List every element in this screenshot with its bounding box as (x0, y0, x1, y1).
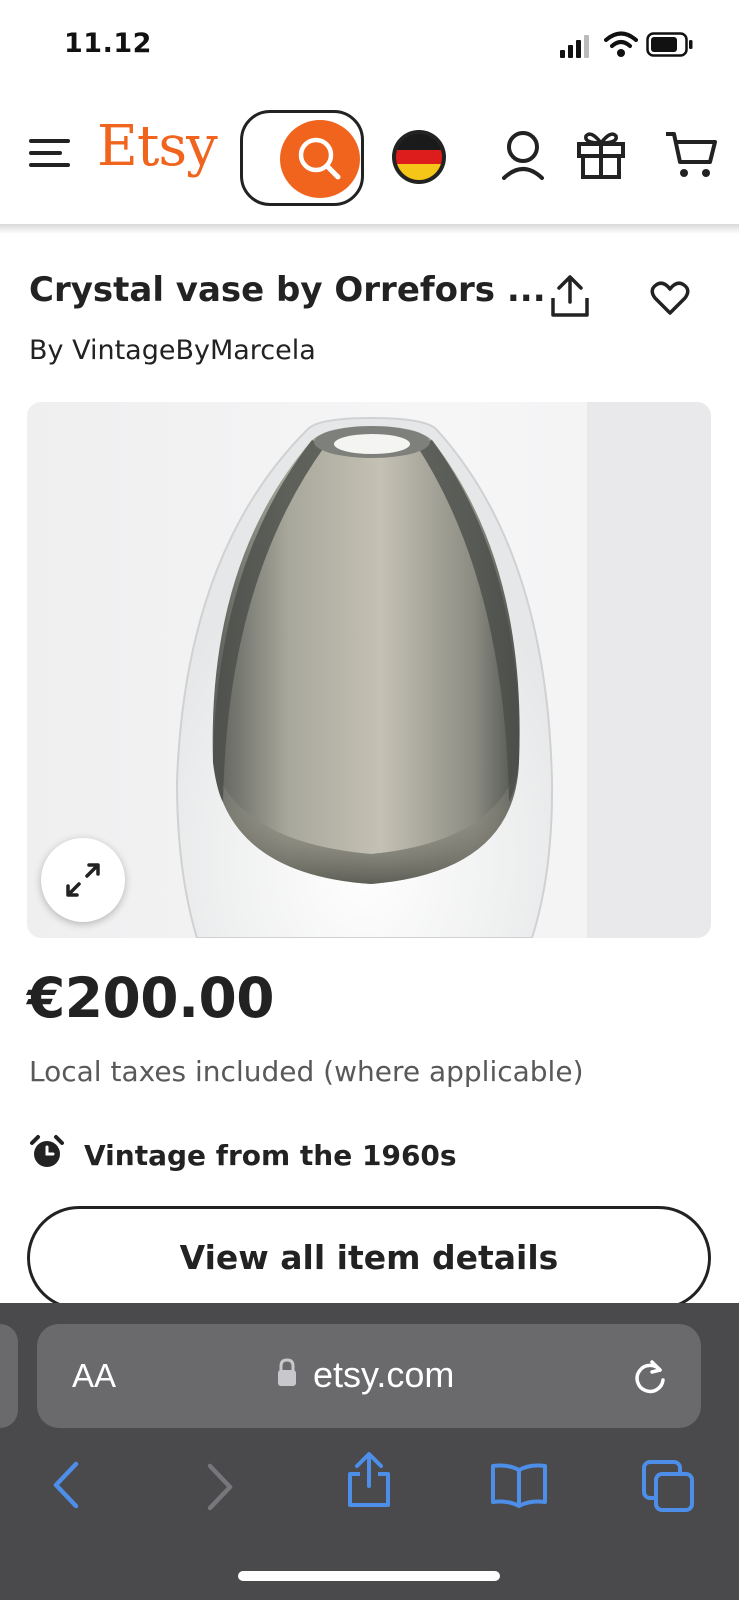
share-icon[interactable] (346, 1452, 392, 1508)
menu-icon[interactable] (29, 136, 73, 172)
text-size-button[interactable]: AA (72, 1357, 116, 1395)
home-indicator[interactable] (238, 1571, 500, 1581)
shop-byline[interactable]: By VintageByMarcela (29, 335, 316, 366)
search-icon[interactable] (280, 120, 360, 198)
status-time: 11.12 (64, 28, 152, 59)
price: €200.00 (27, 966, 275, 1030)
alarm-clock-icon (29, 1134, 65, 1170)
forward-icon[interactable] (204, 1462, 236, 1512)
listing-title: Crystal vase by Orrefors ... (29, 270, 546, 310)
germany-flag-icon[interactable] (390, 128, 448, 186)
url-domain[interactable]: etsy.com (313, 1354, 454, 1396)
heart-icon[interactable] (650, 280, 690, 316)
battery-icon (646, 32, 694, 58)
lock-icon (276, 1358, 298, 1388)
share-icon[interactable] (550, 274, 590, 318)
header-divider (0, 224, 739, 234)
wifi-icon (604, 30, 638, 58)
account-icon[interactable] (500, 130, 546, 182)
tax-note: Local taxes included (where applicable) (29, 1055, 584, 1088)
product-image[interactable] (27, 402, 711, 938)
gift-icon[interactable] (576, 128, 626, 180)
previous-tab-peek[interactable] (0, 1324, 18, 1428)
back-icon[interactable] (50, 1460, 82, 1510)
vintage-note: Vintage from the 1960s (84, 1139, 457, 1172)
expand-image-button[interactable] (41, 838, 125, 922)
tabs-icon[interactable] (642, 1460, 696, 1512)
bookmarks-icon[interactable] (490, 1462, 548, 1508)
reload-icon[interactable] (632, 1358, 668, 1396)
signal-icon (560, 34, 594, 58)
view-details-button[interactable]: View all item details (27, 1206, 711, 1310)
etsy-logo[interactable]: Etsy (97, 114, 218, 179)
cart-icon[interactable] (664, 130, 718, 180)
